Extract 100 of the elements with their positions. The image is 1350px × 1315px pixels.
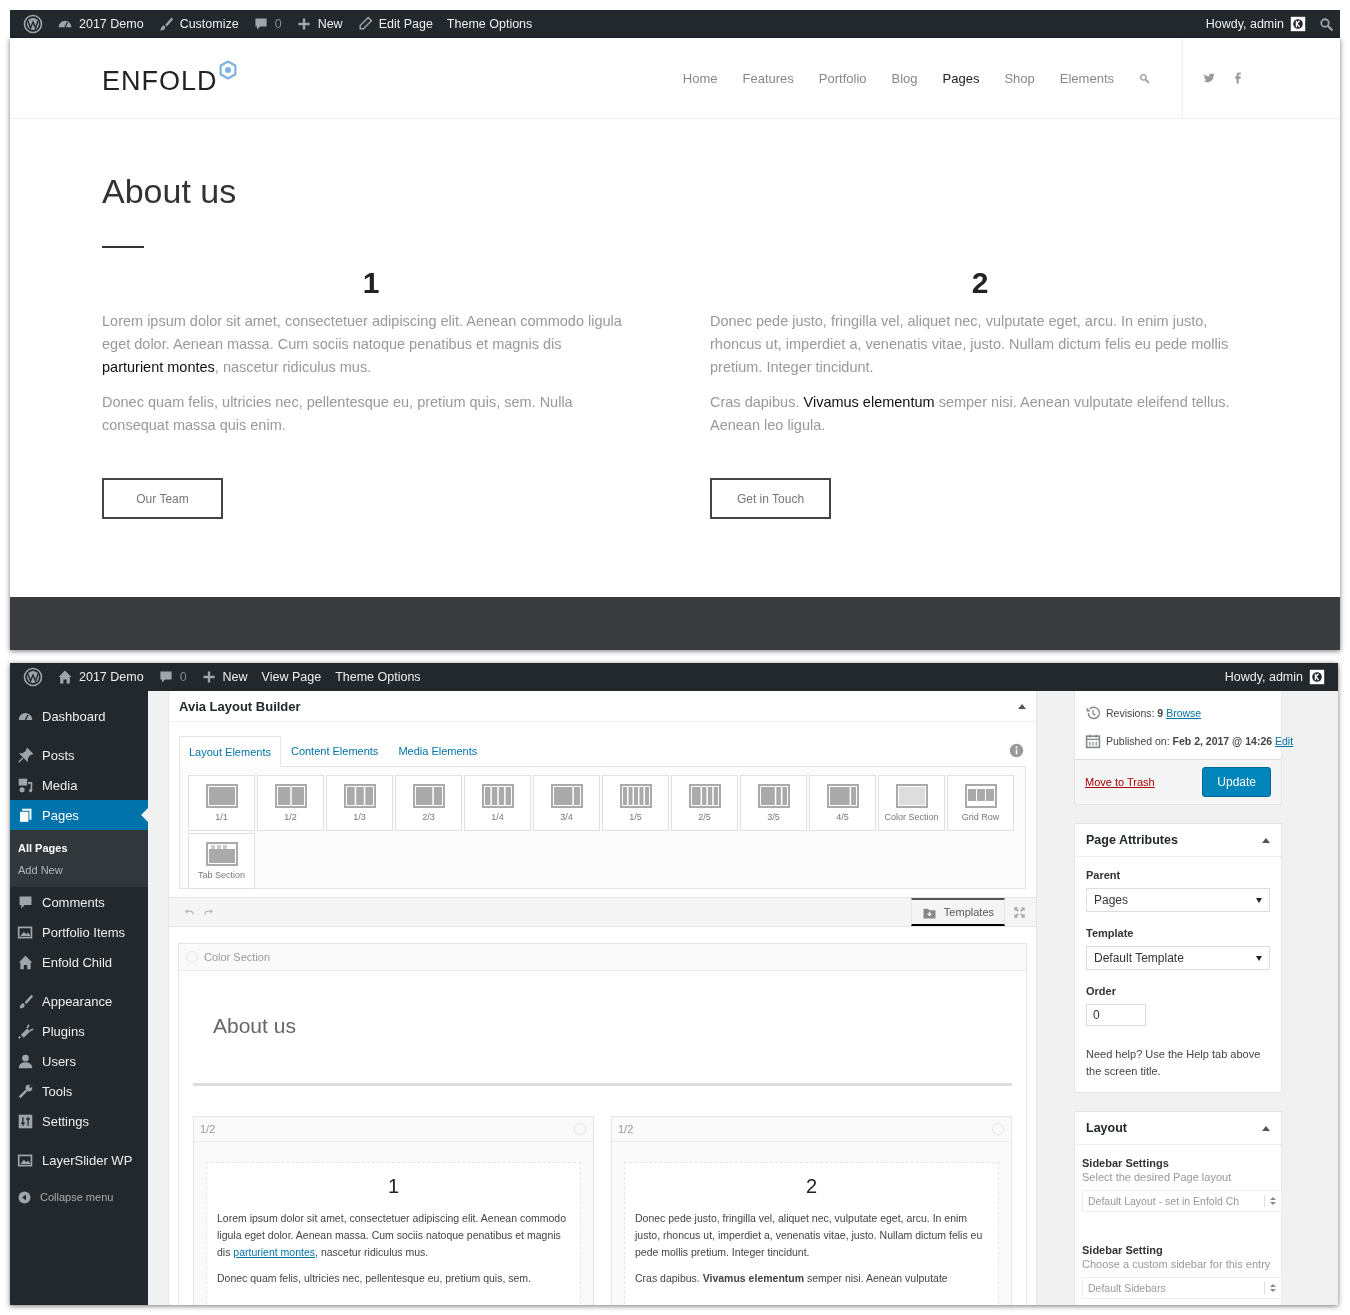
layout-element[interactable]: 3/4 xyxy=(533,775,600,831)
house-icon xyxy=(57,669,73,685)
layout-element-icon xyxy=(343,784,376,808)
layout-element[interactable]: 1/2 xyxy=(257,775,324,831)
menu-item[interactable]: Pages xyxy=(10,800,148,830)
field-label: Parent xyxy=(1086,869,1122,881)
section-title: About us xyxy=(213,1013,297,1039)
speech-bubble-icon xyxy=(252,16,269,32)
layout-element[interactable]: 1/5 xyxy=(602,775,669,831)
account-menu[interactable]: Howdy, admin xyxy=(1198,16,1313,32)
published-date-text: Published on: Feb 2, 2017 @ 14:26 Edit xyxy=(1106,735,1294,747)
admin-bar-link[interactable]: 2017 Demo xyxy=(50,663,151,691)
templates-button[interactable]: Templates xyxy=(910,898,1005,926)
box-title: Page Attributes xyxy=(1086,833,1178,847)
submenu-item[interactable]: Add New xyxy=(10,859,148,881)
admin-bar-link[interactable]: New xyxy=(288,10,350,38)
menu-item[interactable]: Enfold Child xyxy=(10,947,148,977)
help-text: Need help? Use the Help tab above the screen title. xyxy=(1086,1047,1262,1079)
menu-item[interactable]: Dashboard xyxy=(10,701,148,731)
collapse-icon xyxy=(17,1189,32,1205)
nav-link[interactable]: Portfolio xyxy=(818,70,867,86)
menu-item[interactable]: Appearance xyxy=(10,986,148,1016)
menu-item[interactable]: Users xyxy=(10,1046,148,1076)
nav-link[interactable]: Home xyxy=(682,70,718,86)
admin-bar-link[interactable]: 2017 Demo xyxy=(50,10,151,38)
layout-element[interactable]: 2/3 xyxy=(395,775,462,831)
layout-element[interactable]: Tab Section xyxy=(188,833,255,889)
column-heading: 2 xyxy=(804,1175,819,1198)
brush-icon xyxy=(17,992,34,1010)
edit-link[interactable]: Edit xyxy=(1275,735,1294,747)
account-menu[interactable]: Howdy, admin xyxy=(1217,669,1332,685)
collapse-menu-button[interactable]: Collapse menu xyxy=(10,1184,148,1210)
collapse-arrow-icon[interactable] xyxy=(1262,837,1270,843)
nav-link[interactable]: Shop xyxy=(1004,70,1035,86)
page-title: About us xyxy=(102,171,238,212)
browse-link[interactable]: Browse xyxy=(1166,707,1202,719)
builder-tab[interactable]: Content Elements xyxy=(280,735,389,766)
house-icon xyxy=(17,953,34,971)
admin-bar-link[interactable]: Customize xyxy=(150,10,246,38)
order-field[interactable]: 0 xyxy=(1086,1004,1146,1026)
collapse-arrow-icon[interactable] xyxy=(1018,703,1026,709)
move-to-trash-link[interactable]: Move to Trash xyxy=(1085,776,1155,788)
setting-description: Select the desired Page layout xyxy=(1082,1171,1233,1183)
menu-item[interactable]: Comments xyxy=(10,887,148,917)
admin-bar-link[interactable]: New xyxy=(193,663,255,691)
layout-element[interactable]: 1/1 xyxy=(188,775,255,831)
paragraph: Donec pede justo, fringilla vel, aliquet nec, vulputate eget, arcu. In enim justo, rhoncus ut, imperdiet a, venenatis vitae, justo. Nullam dictum felis eu pede mollis pretium. Integer tincidunt. xyxy=(635,1211,984,1260)
nav-link[interactable]: Features xyxy=(742,70,794,86)
layout-element-icon xyxy=(826,784,859,808)
menu-item[interactable]: Tools xyxy=(10,1076,148,1106)
admin-bar-link[interactable]: Edit Page xyxy=(349,10,440,38)
site-logo[interactable]: ENFOLD xyxy=(102,66,218,96)
paragraph: Donec quam felis, ultricies nec, pellentesque eu, pretium quis, sem. xyxy=(217,1271,532,1286)
layout-element[interactable]: 2/5 xyxy=(671,775,738,831)
layout-element-icon xyxy=(550,784,583,808)
menu-item[interactable]: Plugins xyxy=(10,1016,148,1046)
revisions-icon xyxy=(1085,705,1101,721)
update-button[interactable]: Update xyxy=(1202,767,1271,797)
builder-tab[interactable]: Media Elements xyxy=(388,735,488,766)
menu-item[interactable]: Settings xyxy=(10,1106,148,1136)
layout-element-icon xyxy=(619,784,652,808)
layout-element-icon xyxy=(481,784,514,808)
layout-element[interactable]: 4/5 xyxy=(809,775,876,831)
admin-bar-link[interactable]: Theme Options xyxy=(328,663,428,691)
paragraph: Lorem ipsum dolor sit amet, consectetuer adipiscing elit. Aenean commodo ligula eget dolor. Aenean massa. Cum sociis natoque penatibus et magnis dis parturient montes, nascetur ridiculus mus. xyxy=(102,312,623,377)
text-block[interactable] xyxy=(624,1162,999,1305)
nav-link[interactable]: Pages xyxy=(942,70,980,86)
layout-element[interactable]: 1/3 xyxy=(326,775,393,831)
layout-element[interactable]: 3/5 xyxy=(740,775,807,831)
nav-link[interactable]: Elements xyxy=(1059,70,1114,86)
admin-bar-link[interactable]: 0 xyxy=(150,663,194,691)
search-icon[interactable] xyxy=(1319,16,1334,32)
builder-tab[interactable]: Layout Elements xyxy=(179,736,281,767)
text-block[interactable] xyxy=(206,1162,581,1305)
layout-element[interactable]: Color Section xyxy=(878,775,945,831)
admin-bar-link[interactable]: Theme Options xyxy=(439,10,540,38)
layout-element-icon xyxy=(412,784,445,808)
admin-bar-link[interactable]: 0 xyxy=(245,10,289,38)
column-heading: 2 xyxy=(970,266,990,300)
template-select[interactable]: Default Template xyxy=(1086,946,1270,970)
plug-icon xyxy=(17,1022,34,1040)
menu-item[interactable]: LayerSlider WP xyxy=(10,1145,148,1175)
menu-item[interactable]: Portfolio Items xyxy=(10,917,148,947)
contact-button[interactable]: Get in Touch xyxy=(710,478,831,519)
text-link[interactable]: parturient montes xyxy=(102,359,215,375)
team-button[interactable]: Our Team xyxy=(102,478,223,519)
menu-item[interactable]: Posts xyxy=(10,740,148,770)
parent-select[interactable]: Pages xyxy=(1086,888,1270,912)
layout-element[interactable]: Grid Row xyxy=(947,775,1014,831)
wrench-icon xyxy=(17,1082,34,1100)
submenu-item[interactable]: All Pages xyxy=(10,837,148,859)
setting-label: Sidebar Settings xyxy=(1082,1157,1170,1169)
wordpress-logo-icon xyxy=(23,667,43,687)
nav-link[interactable]: Blog xyxy=(891,70,918,86)
layout-element[interactable]: 1/4 xyxy=(464,775,531,831)
admin-bar-link[interactable]: View Page xyxy=(254,663,329,691)
menu-item[interactable]: Media xyxy=(10,770,148,800)
paragraph: Cras dapibus. Vivamus elementum semper nisi. Aenean vulputate eleifend tellus. Aenean leo ligula. xyxy=(710,393,1231,435)
collapse-arrow-icon[interactable] xyxy=(1262,1125,1270,1131)
user-icon xyxy=(17,1052,34,1070)
